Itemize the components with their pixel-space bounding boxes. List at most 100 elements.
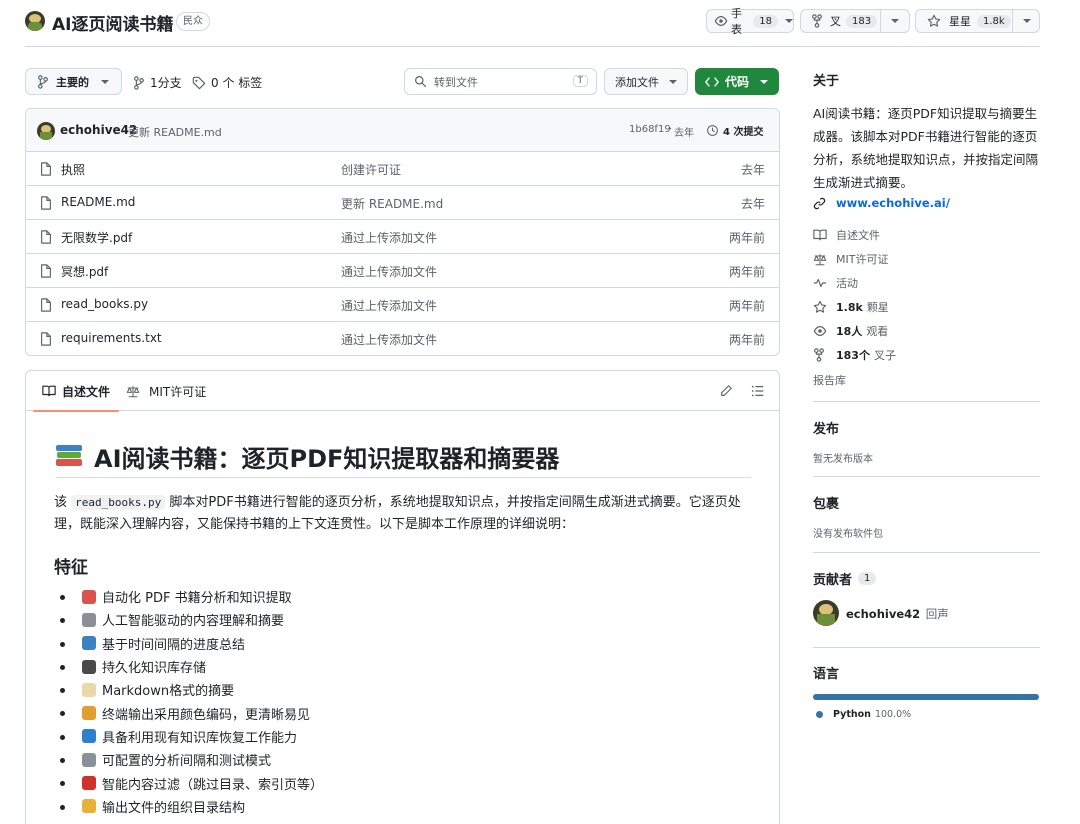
contributors-heading[interactable]: 贡献者 1 — [813, 569, 877, 588]
readme-link-label: 自述文件 — [836, 229, 880, 242]
releases-text: 暂无发布版本 — [813, 454, 873, 465]
file-date: 去年 — [740, 197, 765, 211]
chevron-down-icon[interactable] — [891, 19, 899, 23]
file-commit-message[interactable]: 更新 README.md — [341, 195, 443, 212]
tab-license-label: MIT许可证 — [149, 384, 207, 399]
file-commit-message[interactable]: 创建许可证 — [341, 161, 401, 178]
activity-link[interactable]: 活动 — [813, 275, 858, 291]
go-to-file-input[interactable]: 转到文件 T — [404, 68, 597, 95]
feature-item: 基于时间间隔的进度总结 — [60, 632, 323, 655]
palette-icon — [82, 706, 96, 721]
releases-heading[interactable]: 发布 — [813, 418, 839, 437]
tab-license[interactable]: MIT许可证 — [126, 371, 206, 411]
code-button[interactable]: 代码 — [695, 68, 779, 95]
books-icon — [56, 443, 82, 469]
file-commit-message[interactable]: 通过上传添加文件 — [341, 263, 437, 280]
readme-link[interactable]: 自述文件 — [813, 227, 880, 243]
report-link[interactable]: 报告库 — [813, 372, 846, 388]
feature-item: 终端输出采用颜色编码，更清晰易见 — [60, 701, 323, 724]
intro-prefix: 该 — [54, 495, 68, 510]
file-name[interactable]: 无限数学.pdf — [61, 229, 132, 246]
languages-heading: 语言 — [813, 667, 840, 682]
stars-link[interactable]: 1.8k 颗星 — [813, 299, 889, 315]
branch-icon — [37, 74, 49, 89]
outline-icon[interactable] — [751, 384, 765, 401]
file-commit-message[interactable]: 通过上传添加文件 — [341, 229, 437, 246]
scale-icon — [813, 253, 827, 266]
fork-button[interactable]: 叉 183 — [800, 9, 910, 33]
file-name[interactable]: read_books.py — [61, 297, 148, 311]
branches-link[interactable]: 1分支 — [133, 74, 182, 91]
file-name[interactable]: README.md — [61, 195, 135, 209]
commit-message[interactable]: 更新 README.md — [128, 124, 222, 140]
file-row[interactable]: read_books.py 通过上传添加文件 两年前 — [26, 288, 779, 322]
file-name[interactable]: 冥想.pdf — [61, 263, 108, 280]
tag-icon — [192, 76, 206, 90]
file-name[interactable]: 执照 — [61, 161, 85, 178]
fork-divider — [880, 10, 881, 32]
watchers-link[interactable]: 18人 观看 — [813, 323, 888, 339]
file-commit-message[interactable]: 通过上传添加文件 — [341, 331, 437, 348]
pulse-icon — [813, 277, 827, 289]
feature-item: 持久化知识库存储 — [60, 655, 323, 678]
tab-readme[interactable]: 自述文件 — [33, 371, 119, 412]
branches-count: 1分支 — [150, 76, 182, 90]
packages-heading[interactable]: 包裹 — [813, 493, 839, 512]
file-row[interactable]: 执照 创建许可证 去年 — [26, 152, 779, 186]
branch-select[interactable]: 主要的 — [25, 68, 122, 95]
sidebar-divider — [813, 401, 1040, 402]
header-divider — [25, 46, 1040, 47]
star-button[interactable]: 星星 1.8k — [915, 9, 1040, 33]
fork-label: 叉 — [830, 15, 841, 28]
star-count: 1.8k — [977, 14, 1011, 28]
visibility-badge: 民众 — [176, 12, 210, 31]
bullet — [60, 641, 65, 647]
file-date: 两年前 — [728, 299, 765, 313]
eye-icon — [813, 324, 827, 338]
edit-icon[interactable] — [719, 384, 733, 401]
feature-text: 具备利用现有知识库恢复工作能力 — [102, 730, 298, 746]
file-row[interactable]: requirements.txt 通过上传添加文件 两年前 — [26, 322, 779, 355]
language-entry[interactable]: Python 100.0% — [816, 709, 911, 720]
file-date: 去年 — [740, 163, 765, 177]
bullet — [60, 664, 65, 670]
tags-link[interactable]: 0 个 标签 — [192, 74, 262, 91]
repo-avatar[interactable] — [25, 11, 45, 31]
repo-title[interactable]: AI逐页阅读书籍 — [52, 10, 173, 35]
commit-author[interactable]: echohive42 — [60, 123, 137, 137]
chevron-down-icon[interactable] — [1023, 19, 1031, 23]
features-heading: 特征 — [54, 558, 88, 578]
activity-link-label: 活动 — [836, 277, 858, 290]
star-icon — [927, 14, 941, 28]
language-bar-python — [813, 694, 1039, 700]
file-commit-message[interactable]: 通过上传添加文件 — [341, 297, 437, 314]
chevron-down-icon — [101, 79, 109, 84]
chevron-down-icon — [785, 19, 793, 23]
file-row[interactable]: 冥想.pdf 通过上传添加文件 两年前 — [26, 254, 779, 288]
about-description: AI阅读书籍：逐页PDF知识提取与摘要生成器。该脚本对PDF书籍进行智能的逐页分… — [813, 106, 1039, 190]
file-row[interactable]: README.md 更新 README.md 去年 — [26, 186, 779, 220]
contributor-entry[interactable]: echohive42 回声 — [846, 606, 949, 622]
features-list: 自动化 PDF 书籍分析和知识提取 人工智能驱动的内容理解和摘要 基于时间间隔的进度… — [60, 585, 323, 818]
bullet — [60, 781, 65, 787]
code-icon — [705, 76, 719, 88]
add-file-button[interactable]: 添加文件 — [604, 68, 688, 95]
website-link[interactable]: www.echohive.ai/ — [813, 196, 950, 210]
watch-button[interactable]: 手表 18 — [706, 7, 794, 36]
file-name[interactable]: requirements.txt — [61, 331, 162, 345]
latest-commit-bar: echohive42 更新 README.md 1b68f19 · 去年 4 次… — [26, 109, 779, 152]
license-link-label: MIT许可证 — [836, 253, 889, 266]
contributor-avatar[interactable] — [813, 600, 839, 626]
gear-icon — [82, 752, 96, 767]
feature-item: Markdown格式的摘要 — [60, 678, 323, 701]
forks-link[interactable]: 183个 叉子 — [813, 347, 896, 363]
license-link[interactable]: MIT许可证 — [813, 251, 888, 267]
commits-link[interactable]: 4 次提交 — [706, 123, 763, 138]
floppy-icon — [82, 659, 96, 674]
commit-hash[interactable]: 1b68f19 — [629, 124, 671, 135]
about-heading: 关于 — [813, 74, 840, 89]
author-avatar[interactable] — [37, 122, 55, 140]
file-row[interactable]: 无限数学.pdf 通过上传添加文件 两年前 — [26, 220, 779, 254]
watching-num: 18人 — [836, 325, 863, 338]
file-icon — [40, 332, 52, 346]
